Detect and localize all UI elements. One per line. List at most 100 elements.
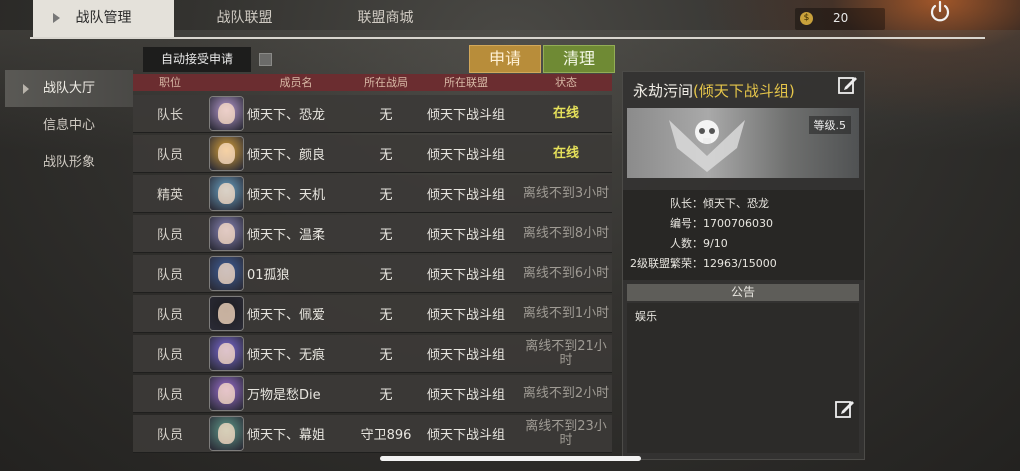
header-zone: 所在战局 bbox=[364, 76, 408, 89]
auto-accept-checkbox[interactable] bbox=[259, 53, 272, 66]
notice-box: 娱乐 bbox=[627, 303, 859, 453]
avatar-face bbox=[217, 343, 235, 364]
avatar[interactable] bbox=[209, 297, 243, 330]
member-role: 队员 bbox=[156, 148, 183, 163]
nav-label: 战队形象 bbox=[43, 155, 96, 170]
leader-value: 倾天下、恐龙 bbox=[703, 197, 769, 210]
avatar[interactable] bbox=[209, 177, 243, 210]
member-zone: 无 bbox=[379, 228, 393, 243]
tab-team-alliance[interactable]: 战队联盟 bbox=[174, 0, 315, 37]
team-info-panel: 永劫污间(倾天下战斗组) 等级.5 队长：倾天下、恐龙 编号：170070603… bbox=[622, 71, 865, 460]
header-status: 状态 bbox=[555, 76, 577, 89]
member-alliance: 倾天下战斗组 bbox=[426, 428, 505, 443]
notice-title: 公告 bbox=[627, 284, 859, 301]
notice-text: 娱乐 bbox=[635, 310, 657, 323]
table-row[interactable]: 精英 倾天下、天机无倾天下战斗组 离线不到3小时 bbox=[133, 175, 612, 213]
table-row[interactable]: 队员 倾天下、佩爱无倾天下战斗组 离线不到1小时 bbox=[133, 295, 612, 333]
member-avatar-cell bbox=[208, 375, 244, 412]
table-row[interactable]: 队长 倾天下、恐龙无倾天下战斗组 在线 bbox=[133, 95, 612, 133]
member-alliance: 倾天下战斗组 bbox=[426, 308, 505, 323]
avatar[interactable] bbox=[209, 377, 243, 410]
member-avatar-cell bbox=[208, 255, 244, 292]
member-zone: 无 bbox=[379, 108, 393, 123]
member-role: 队员 bbox=[156, 308, 183, 323]
table-row[interactable]: 队员 倾天下、幕姐 守卫896 倾天下战斗组 离线不到23小时 bbox=[133, 415, 612, 453]
member-table-header: 职位 成员名 所在战局 所在联盟 状态 bbox=[133, 74, 612, 91]
member-status: 离线不到6小时 bbox=[522, 265, 610, 281]
member-alliance: 倾天下战斗组 bbox=[426, 188, 505, 203]
team-level-badge: 等级.5 bbox=[808, 116, 851, 134]
member-status: 离线不到1小时 bbox=[522, 305, 610, 321]
team-alliance-tag: (倾天下战斗组) bbox=[693, 82, 795, 100]
table-row[interactable]: 队员 倾天下、无痕无倾天下战斗组 离线不到21小时 bbox=[133, 335, 612, 373]
prosperity-value: 12963/15000 bbox=[703, 257, 777, 270]
avatar[interactable] bbox=[209, 217, 243, 250]
member-status: 离线不到23小时 bbox=[525, 418, 607, 448]
avatar-face bbox=[217, 103, 235, 124]
member-alliance: 倾天下战斗组 bbox=[426, 108, 505, 123]
avatar-face bbox=[217, 143, 235, 164]
member-status: 在线 bbox=[552, 145, 579, 161]
power-icon[interactable] bbox=[928, 0, 952, 24]
member-role: 精英 bbox=[156, 188, 183, 203]
member-role: 队员 bbox=[156, 428, 183, 443]
tab-label: 战队联盟 bbox=[216, 10, 273, 26]
header-role: 职位 bbox=[159, 76, 181, 89]
member-alliance: 倾天下战斗组 bbox=[426, 148, 505, 163]
team-banner: 等级.5 bbox=[627, 108, 859, 178]
nav-label: 信息中心 bbox=[43, 118, 96, 133]
members-label: 人数： bbox=[670, 237, 703, 250]
header-name: 成员名 bbox=[279, 76, 313, 89]
member-status: 离线不到8小时 bbox=[522, 225, 610, 241]
tab-alliance-shop[interactable]: 联盟商城 bbox=[315, 0, 456, 37]
member-role: 队员 bbox=[156, 268, 183, 283]
avatar-face bbox=[217, 383, 235, 404]
leader-label: 队长： bbox=[670, 197, 703, 210]
avatar[interactable] bbox=[209, 417, 243, 450]
nav-item-team-hall[interactable]: 战队大厅 bbox=[5, 70, 133, 107]
nav-item-info-center[interactable]: 信息中心 bbox=[5, 107, 133, 144]
member-zone: 守卫896 bbox=[360, 428, 412, 443]
table-row[interactable]: 队员 万物是愁Die 无倾天下战斗组 离线不到2小时 bbox=[133, 375, 612, 413]
avatar-face bbox=[217, 223, 235, 244]
play-icon bbox=[53, 13, 60, 23]
avatar[interactable] bbox=[209, 97, 243, 130]
edit-notice-icon[interactable] bbox=[834, 398, 856, 420]
team-title: 永劫污间(倾天下战斗组) bbox=[633, 80, 795, 101]
avatar[interactable] bbox=[209, 337, 243, 370]
nav-label: 战队大厅 bbox=[43, 81, 96, 96]
id-value: 1700706030 bbox=[703, 217, 773, 230]
edit-icon[interactable] bbox=[837, 74, 859, 96]
team-name: 永劫污间 bbox=[633, 82, 694, 100]
member-status: 离线不到2小时 bbox=[522, 385, 610, 401]
member-avatar-cell bbox=[208, 95, 244, 132]
member-avatar-cell bbox=[208, 135, 244, 172]
nav-item-team-image[interactable]: 战队形象 bbox=[5, 144, 133, 181]
prosperity-row: 2级联盟繁荣：12963/15000 bbox=[623, 255, 777, 271]
member-alliance: 倾天下战斗组 bbox=[426, 228, 505, 243]
tab-team-management[interactable]: 战队管理 bbox=[33, 0, 174, 37]
member-avatar-cell bbox=[208, 295, 244, 332]
member-avatar-cell bbox=[208, 335, 244, 372]
avatar[interactable] bbox=[209, 257, 243, 290]
table-row[interactable]: 队员 倾天下、温柔无倾天下战斗组 离线不到8小时 bbox=[133, 215, 612, 253]
apply-button[interactable]: 申请 bbox=[469, 45, 541, 73]
top-tab-bar: 战队管理 战队联盟 联盟商城 $ 20 bbox=[0, 0, 1020, 38]
currency-display: $ 20 bbox=[795, 8, 885, 30]
member-role: 队员 bbox=[156, 388, 183, 403]
home-indicator[interactable] bbox=[380, 456, 641, 461]
member-role: 队长 bbox=[156, 108, 183, 123]
skull-emblem-icon bbox=[669, 120, 745, 172]
member-zone: 无 bbox=[379, 348, 393, 363]
avatar-face bbox=[217, 183, 235, 204]
member-avatar-cell bbox=[208, 175, 244, 212]
table-row[interactable]: 队员 倾天下、颜良无倾天下战斗组 在线 bbox=[133, 135, 612, 173]
members-row: 人数：9/10 bbox=[623, 235, 728, 251]
table-row[interactable]: 队员 01孤狼无倾天下战斗组 离线不到6小时 bbox=[133, 255, 612, 293]
auto-accept-label: 自动接受申请 bbox=[143, 47, 251, 72]
clear-button[interactable]: 清理 bbox=[543, 45, 615, 73]
avatar-face bbox=[217, 303, 235, 324]
avatar-face bbox=[217, 263, 235, 284]
avatar[interactable] bbox=[209, 137, 243, 170]
member-zone: 无 bbox=[379, 268, 393, 283]
